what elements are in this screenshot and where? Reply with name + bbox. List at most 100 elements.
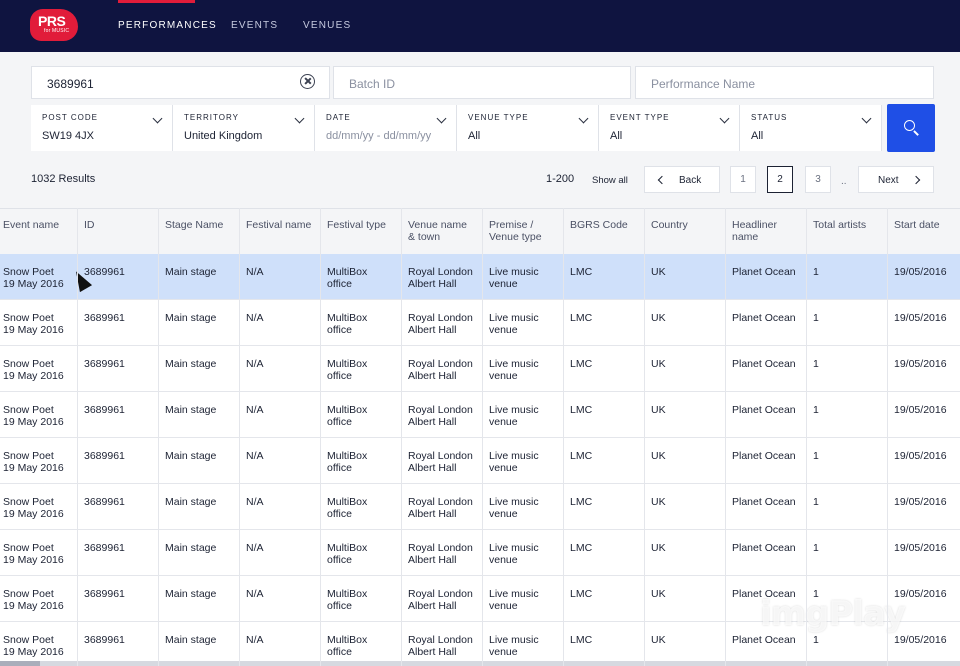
batch-id-input[interactable]: Batch ID bbox=[333, 66, 631, 99]
column-header-start-date[interactable]: Start date bbox=[894, 219, 940, 231]
table-row[interactable]: Snow Poet 19 May 2016 3689961 Main stage N/A… bbox=[0, 438, 960, 484]
cell-line: N/A bbox=[246, 588, 264, 600]
column-header-country[interactable]: Country bbox=[651, 219, 688, 231]
filter-territory[interactable]: TERRITORY United Kingdom bbox=[173, 105, 315, 151]
cell-headliner-name: Planet Ocean bbox=[732, 496, 796, 508]
cell-start-date: 19/05/2016 bbox=[894, 450, 947, 462]
performance-name-input[interactable]: Performance Name bbox=[635, 66, 934, 99]
cell-line: office bbox=[327, 600, 352, 612]
chevron-down-icon bbox=[294, 113, 305, 124]
column-header-headliner-name[interactable]: Headliner name bbox=[732, 219, 777, 243]
column-divider bbox=[401, 208, 402, 666]
cell-line: venue bbox=[489, 416, 518, 428]
column-header-stage-name[interactable]: Stage Name bbox=[165, 219, 223, 231]
cell-start-date: 19/05/2016 bbox=[894, 358, 947, 370]
filter-post-code[interactable]: POST CODE SW19 4JX bbox=[31, 105, 173, 151]
cell-line: Snow Poet bbox=[3, 404, 54, 416]
cell-line: N/A bbox=[246, 312, 264, 324]
chevron-down-icon bbox=[436, 113, 447, 124]
filter-status[interactable]: STATUS All bbox=[740, 105, 882, 151]
cell-line: office bbox=[327, 508, 352, 520]
column-header-festival-name[interactable]: Festival name bbox=[246, 219, 311, 231]
cell-premise-type: Live music venue bbox=[489, 450, 539, 474]
cell-line: N/A bbox=[246, 450, 264, 462]
cell-festival-type: MultiBox office bbox=[327, 542, 367, 566]
column-header-line: Venue type bbox=[489, 231, 542, 243]
cell-line: Albert Hall bbox=[408, 554, 457, 566]
cell-line: office bbox=[327, 370, 352, 382]
back-button[interactable]: Back bbox=[644, 166, 720, 193]
filter-label: EVENT TYPE bbox=[610, 113, 670, 122]
cell-total-artists: 1 bbox=[813, 266, 819, 278]
search-button[interactable] bbox=[887, 104, 935, 152]
cell-line: Main stage bbox=[165, 266, 217, 278]
id-search-input[interactable]: 3689961 bbox=[31, 66, 330, 99]
chevron-down-icon bbox=[861, 113, 872, 124]
column-header-line: Festival type bbox=[327, 219, 386, 231]
cell-line: 1 bbox=[813, 634, 819, 646]
cell-line: 19 May 2016 bbox=[3, 600, 64, 612]
cell-bgrs-code: LMC bbox=[570, 450, 592, 462]
cell-line: venue bbox=[489, 554, 518, 566]
clear-icon[interactable] bbox=[300, 74, 315, 89]
cell-id: 3689961 bbox=[84, 404, 125, 416]
table-row[interactable]: Snow Poet 19 May 2016 3689961 Main stage N/A… bbox=[0, 392, 960, 438]
cell-headliner-name: Planet Ocean bbox=[732, 542, 796, 554]
table-row[interactable]: Snow Poet 19 May 2016 3689961 Main stage N/A… bbox=[0, 346, 960, 392]
table-row[interactable]: Snow Poet 19 May 2016 3689961 Main stage N/A… bbox=[0, 254, 960, 300]
cell-headliner-name: Planet Ocean bbox=[732, 450, 796, 462]
column-header-festival-type[interactable]: Festival type bbox=[327, 219, 386, 231]
cell-line: office bbox=[327, 646, 352, 658]
filter-event-type[interactable]: EVENT TYPE All bbox=[599, 105, 740, 151]
scrollbar-thumb[interactable] bbox=[0, 661, 40, 666]
horizontal-scrollbar[interactable] bbox=[0, 661, 960, 666]
cell-line: 19 May 2016 bbox=[3, 646, 64, 658]
page-3[interactable]: 3 bbox=[805, 166, 831, 193]
cell-line: Snow Poet bbox=[3, 496, 54, 508]
nav-item-venues[interactable]: VENUES bbox=[303, 20, 351, 31]
cell-line: N/A bbox=[246, 358, 264, 370]
column-header-venue-name[interactable]: Venue name & town bbox=[408, 219, 467, 243]
page-1[interactable]: 1 bbox=[730, 166, 756, 193]
cell-premise-type: Live music venue bbox=[489, 542, 539, 566]
cell-line: Albert Hall bbox=[408, 508, 457, 520]
column-header-line: Stage Name bbox=[165, 219, 224, 231]
cell-country: UK bbox=[651, 496, 666, 508]
cell-line: LMC bbox=[570, 496, 593, 508]
column-header-total-artists[interactable]: Total artists bbox=[813, 219, 866, 231]
show-all-link[interactable]: Show all bbox=[592, 175, 628, 186]
column-divider bbox=[563, 208, 564, 666]
cell-line: UK bbox=[651, 404, 666, 416]
column-header-event-name[interactable]: Event name bbox=[3, 219, 59, 231]
column-header-premise-type[interactable]: Premise / Venue type bbox=[489, 219, 542, 243]
cell-country: UK bbox=[651, 312, 666, 324]
cell-line: 3689961 bbox=[84, 404, 125, 416]
column-header-bgrs-code[interactable]: BGRS Code bbox=[570, 219, 628, 231]
cell-line: UK bbox=[651, 450, 666, 462]
cell-stage-name: Main stage bbox=[165, 542, 216, 554]
cell-line: Live music bbox=[489, 542, 539, 554]
table-row[interactable]: Snow Poet 19 May 2016 3689961 Main stage N/A… bbox=[0, 530, 960, 576]
column-divider bbox=[887, 208, 888, 666]
column-divider bbox=[320, 208, 321, 666]
table-row[interactable]: Snow Poet 19 May 2016 3689961 Main stage N/A… bbox=[0, 484, 960, 530]
cell-line: Royal London bbox=[408, 266, 473, 278]
cell-event-name: Snow Poet 19 May 2016 bbox=[3, 358, 64, 382]
filter-date[interactable]: DATE dd/mm/yy - dd/mm/yy bbox=[315, 105, 457, 151]
results-range: 1-200 bbox=[546, 173, 575, 185]
prs-logo[interactable]: PRS for MUSIC bbox=[30, 9, 78, 41]
filter-label: STATUS bbox=[751, 113, 788, 122]
cell-line: MultiBox bbox=[327, 312, 368, 324]
cell-line: office bbox=[327, 416, 352, 428]
page-2-current[interactable]: 2 bbox=[767, 166, 793, 193]
nav-item-performances[interactable]: PERFORMANCES bbox=[118, 20, 217, 31]
table-row[interactable]: Snow Poet 19 May 2016 3689961 Main stage N/A… bbox=[0, 300, 960, 346]
column-header-id[interactable]: ID bbox=[84, 219, 95, 231]
cell-venue-name: Royal London Albert Hall bbox=[408, 588, 473, 612]
next-button[interactable]: Next bbox=[858, 166, 934, 193]
cell-line: 3689961 bbox=[84, 496, 125, 508]
column-header-line: Headliner bbox=[732, 219, 777, 231]
chevron-left-icon bbox=[657, 175, 667, 185]
nav-item-events[interactable]: EVENTS bbox=[231, 20, 278, 31]
filter-venue-type[interactable]: VENUE TYPE All bbox=[457, 105, 599, 151]
